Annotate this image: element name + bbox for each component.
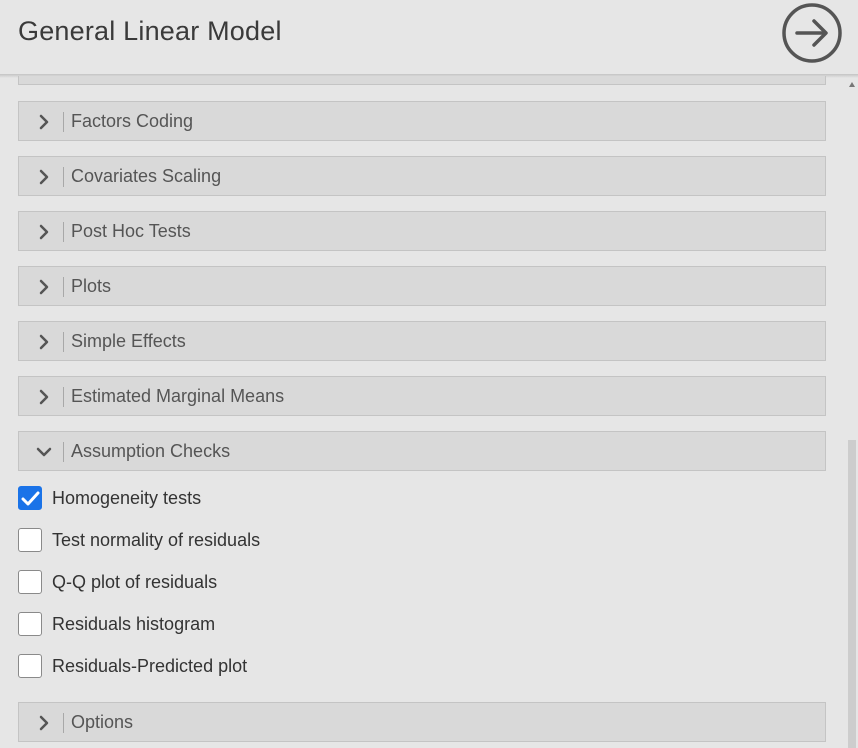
section-post-hoc-tests[interactable]: Post Hoc Tests: [18, 211, 826, 251]
chevron-right-icon: [39, 169, 49, 185]
section-separator: [63, 167, 64, 187]
section-separator: [63, 332, 64, 352]
section-label: Assumption Checks: [71, 441, 231, 461]
chevron-right-icon: [39, 114, 49, 130]
section-label: Options: [71, 712, 134, 732]
chevron-right-icon: [39, 279, 49, 295]
chevron-right-icon: [39, 389, 49, 405]
homogeneity-tests-checkbox[interactable]: Homogeneity tests: [18, 485, 418, 513]
scrollbar-thumb[interactable]: [848, 440, 856, 748]
chevron-right-icon: [39, 334, 49, 350]
page-title: General Linear Model: [18, 16, 282, 46]
checkbox-label: Test normality of residuals: [52, 530, 261, 550]
checkbox-label: Residuals-Predicted plot: [52, 656, 248, 676]
section-estimated-marginal-means[interactable]: Estimated Marginal Means: [18, 376, 826, 416]
residuals-histogram-checkbox[interactable]: Residuals histogram: [18, 611, 418, 639]
section-plots[interactable]: Plots: [18, 266, 826, 306]
section-label: Simple Effects: [71, 331, 186, 351]
checkbox-checked[interactable]: [18, 486, 42, 510]
section-separator: [63, 713, 64, 733]
checkbox-label: Residuals histogram: [52, 614, 216, 634]
collapsed-panel-above: [18, 76, 826, 85]
scroll-up-icon[interactable]: [849, 82, 855, 87]
checkbox-label: Homogeneity tests: [52, 488, 202, 508]
section-label: Factors Coding: [71, 111, 194, 131]
section-separator: [63, 442, 64, 462]
section-covariates-scaling[interactable]: Covariates Scaling: [18, 156, 826, 196]
qq-plot-checkbox[interactable]: Q-Q plot of residuals: [18, 569, 418, 597]
residuals-predicted-checkbox[interactable]: Residuals-Predicted plot: [18, 653, 418, 681]
checkbox-unchecked[interactable]: [18, 570, 42, 594]
arrow-right-circle-icon: [782, 3, 842, 63]
scrollbar[interactable]: [848, 78, 858, 748]
checkbox-unchecked[interactable]: [18, 654, 42, 678]
checkmark-icon: [21, 491, 40, 506]
section-factors-coding[interactable]: Factors Coding: [18, 101, 826, 141]
section-label: Post Hoc Tests: [71, 221, 191, 241]
section-separator: [63, 387, 64, 407]
section-separator: [63, 277, 64, 297]
chevron-right-icon: [39, 224, 49, 240]
section-label: Covariates Scaling: [71, 166, 222, 186]
section-simple-effects[interactable]: Simple Effects: [18, 321, 826, 361]
test-normality-checkbox[interactable]: Test normality of residuals: [18, 527, 418, 555]
checkbox-unchecked[interactable]: [18, 528, 42, 552]
checkbox-label: Q-Q plot of residuals: [52, 572, 218, 592]
app-header: General Linear Model: [0, 0, 858, 74]
section-label: Estimated Marginal Means: [71, 386, 285, 406]
checkbox-unchecked[interactable]: [18, 612, 42, 636]
section-separator: [63, 222, 64, 242]
section-separator: [63, 112, 64, 132]
chevron-down-icon: [36, 447, 52, 457]
close-panel-button[interactable]: [781, 2, 843, 64]
chevron-right-icon: [39, 715, 49, 731]
section-options[interactable]: Options: [18, 702, 826, 742]
section-label: Plots: [71, 276, 112, 296]
section-assumption-checks[interactable]: Assumption Checks: [18, 431, 826, 471]
